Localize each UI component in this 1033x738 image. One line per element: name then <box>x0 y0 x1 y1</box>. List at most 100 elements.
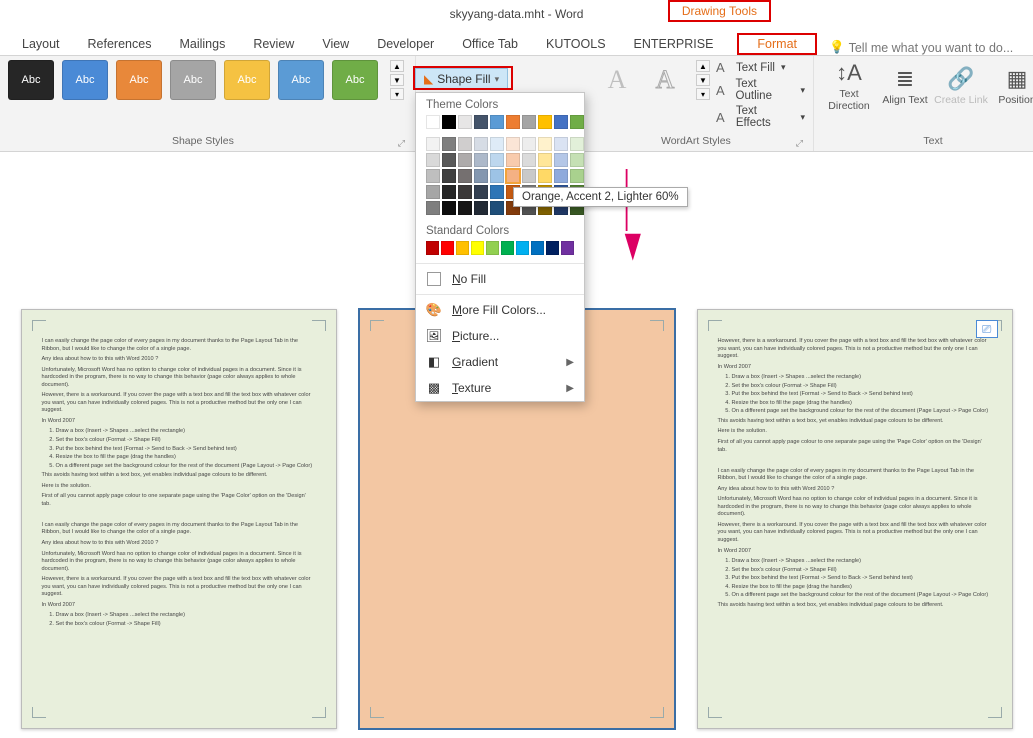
wordart-launcher[interactable]: ⤢ <box>796 138 805 149</box>
gallery-down[interactable]: ▼ <box>390 74 404 86</box>
shape-style-gallery[interactable]: Abc Abc Abc Abc Abc Abc Abc ▲ ▼ ▾ <box>8 60 407 100</box>
tab-view[interactable]: View <box>308 33 363 55</box>
wordart-style-1[interactable]: A <box>596 62 638 98</box>
theme-tint-cell[interactable] <box>426 169 440 183</box>
page-3[interactable]: ⎚ However, there is a workaround. If you… <box>697 309 1013 729</box>
standard-color-cell[interactable] <box>531 241 544 255</box>
wa-down[interactable]: ▼ <box>696 74 710 86</box>
theme-tint-cell[interactable] <box>490 153 504 167</box>
theme-tint-cell[interactable] <box>474 185 488 199</box>
wordart-style-2[interactable]: A <box>644 62 686 98</box>
shape-style-7[interactable]: Abc <box>332 60 378 100</box>
theme-tint-cell[interactable] <box>474 137 488 151</box>
standard-color-cell[interactable] <box>501 241 514 255</box>
shape-style-3[interactable]: Abc <box>116 60 162 100</box>
theme-color-cell[interactable] <box>474 115 488 129</box>
shape-style-6[interactable]: Abc <box>278 60 324 100</box>
theme-color-cell[interactable] <box>538 115 552 129</box>
text-outline-button[interactable]: AText Outline▾ <box>716 78 805 102</box>
tab-enterprise[interactable]: ENTERPRISE <box>620 33 728 55</box>
tab-office-tab[interactable]: Office Tab <box>448 33 532 55</box>
theme-tint-cell[interactable] <box>570 137 584 151</box>
shape-style-2[interactable]: Abc <box>62 60 108 100</box>
wordart-gallery[interactable]: A A ▲ ▼ ▾ <box>596 60 710 100</box>
theme-tint-cell[interactable] <box>554 169 568 183</box>
theme-tint-cell[interactable] <box>426 201 440 215</box>
theme-tint-cell[interactable] <box>522 169 536 183</box>
position-button[interactable]: ▦ Position <box>990 60 1033 112</box>
page-1[interactable]: I can easily change the page color of ev… <box>21 309 337 729</box>
no-fill-item[interactable]: No Fill <box>416 266 584 292</box>
theme-color-cell[interactable] <box>490 115 504 129</box>
theme-tint-cell[interactable] <box>458 169 472 183</box>
texture-fill-item[interactable]: ▩ Texture ▶ <box>416 375 584 401</box>
theme-tint-cell[interactable] <box>490 185 504 199</box>
wa-up[interactable]: ▲ <box>696 60 710 72</box>
theme-tint-cell[interactable] <box>458 185 472 199</box>
tell-me-box[interactable]: 💡 Tell me what you want to do... <box>829 40 1013 55</box>
theme-tint-cell[interactable] <box>522 137 536 151</box>
gradient-fill-item[interactable]: ◧ Gradient ▶ <box>416 349 584 375</box>
gallery-up[interactable]: ▲ <box>390 60 404 72</box>
theme-tint-cell[interactable] <box>538 169 552 183</box>
theme-tint-cell[interactable] <box>522 153 536 167</box>
tab-review[interactable]: Review <box>239 33 308 55</box>
shape-style-5[interactable]: Abc <box>224 60 270 100</box>
tab-references[interactable]: References <box>74 33 166 55</box>
theme-tint-cell[interactable] <box>570 153 584 167</box>
theme-tint-cell[interactable] <box>506 169 520 183</box>
text-direction-button[interactable]: ↕A Text Direction <box>822 60 876 112</box>
theme-color-cell[interactable] <box>506 115 520 129</box>
standard-color-cell[interactable] <box>471 241 484 255</box>
standard-color-cell[interactable] <box>426 241 439 255</box>
shape-style-4[interactable]: Abc <box>170 60 216 100</box>
standard-color-cell[interactable] <box>546 241 559 255</box>
theme-tint-cell[interactable] <box>554 153 568 167</box>
theme-color-cell[interactable] <box>554 115 568 129</box>
theme-color-cell[interactable] <box>522 115 536 129</box>
theme-tint-cell[interactable] <box>506 153 520 167</box>
theme-color-cell[interactable] <box>426 115 440 129</box>
tab-developer[interactable]: Developer <box>363 33 448 55</box>
wa-more[interactable]: ▾ <box>696 88 710 100</box>
theme-tint-cell[interactable] <box>442 201 456 215</box>
theme-tint-cell[interactable] <box>474 153 488 167</box>
theme-tint-cell[interactable] <box>490 201 504 215</box>
theme-tint-cell[interactable] <box>570 169 584 183</box>
theme-tint-cell[interactable] <box>538 153 552 167</box>
theme-tint-cell[interactable] <box>426 153 440 167</box>
theme-tint-cell[interactable] <box>442 169 456 183</box>
align-text-button[interactable]: ≣ Align Text <box>878 60 932 112</box>
text-fill-button[interactable]: AText Fill▾ <box>716 60 805 75</box>
theme-tint-cell[interactable] <box>426 137 440 151</box>
text-effects-button[interactable]: AText Effects▾ <box>716 105 805 129</box>
theme-tint-cell[interactable] <box>490 137 504 151</box>
theme-tint-cell[interactable] <box>538 137 552 151</box>
theme-tint-cell[interactable] <box>506 137 520 151</box>
layout-options-icon[interactable]: ⎚ <box>976 320 998 338</box>
theme-color-cell[interactable] <box>442 115 456 129</box>
theme-tint-cell[interactable] <box>442 153 456 167</box>
theme-tint-cell[interactable] <box>442 185 456 199</box>
tab-format[interactable]: Format <box>737 33 817 55</box>
standard-color-cell[interactable] <box>456 241 469 255</box>
theme-tint-cell[interactable] <box>442 137 456 151</box>
standard-color-cell[interactable] <box>516 241 529 255</box>
theme-tint-cell[interactable] <box>474 169 488 183</box>
shape-fill-button[interactable]: ◣ Shape Fill ▾ <box>415 68 508 90</box>
gallery-more[interactable]: ▾ <box>390 88 404 100</box>
shape-style-1[interactable]: Abc <box>8 60 54 100</box>
theme-tint-cell[interactable] <box>554 137 568 151</box>
more-fill-colors-item[interactable]: 🎨 More Fill Colors... <box>416 297 584 323</box>
theme-tint-cell[interactable] <box>490 169 504 183</box>
tab-mailings[interactable]: Mailings <box>165 33 239 55</box>
theme-color-cell[interactable] <box>570 115 584 129</box>
theme-color-cell[interactable] <box>458 115 472 129</box>
theme-tint-cell[interactable] <box>458 153 472 167</box>
theme-tint-cell[interactable] <box>458 201 472 215</box>
theme-tint-cell[interactable] <box>426 185 440 199</box>
theme-tint-cell[interactable] <box>474 201 488 215</box>
standard-color-cell[interactable] <box>561 241 574 255</box>
standard-color-cell[interactable] <box>441 241 454 255</box>
theme-tint-cell[interactable] <box>458 137 472 151</box>
